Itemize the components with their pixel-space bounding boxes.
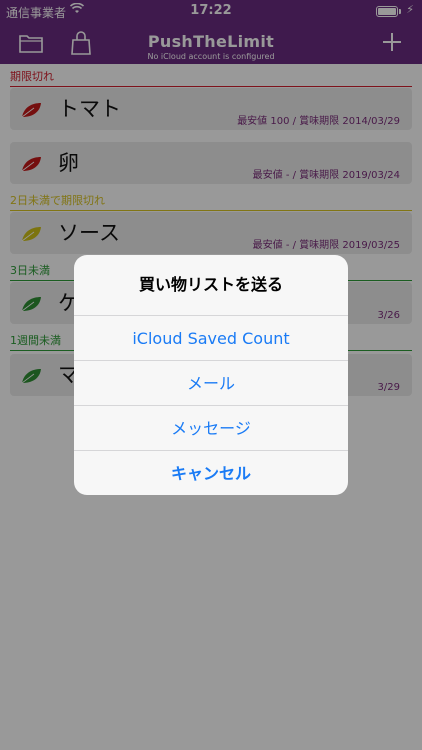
message-button[interactable]: メッセージ [74, 405, 348, 450]
icloud-saved-count-button[interactable]: iCloud Saved Count [74, 315, 348, 360]
dialog-title: 買い物リストを送る [138, 275, 283, 294]
send-shopping-list-dialog: 買い物リストを送る iCloud Saved Count メール メッセージ キ… [74, 255, 348, 495]
cancel-button[interactable]: キャンセル [74, 450, 348, 495]
mail-button[interactable]: メール [74, 360, 348, 405]
